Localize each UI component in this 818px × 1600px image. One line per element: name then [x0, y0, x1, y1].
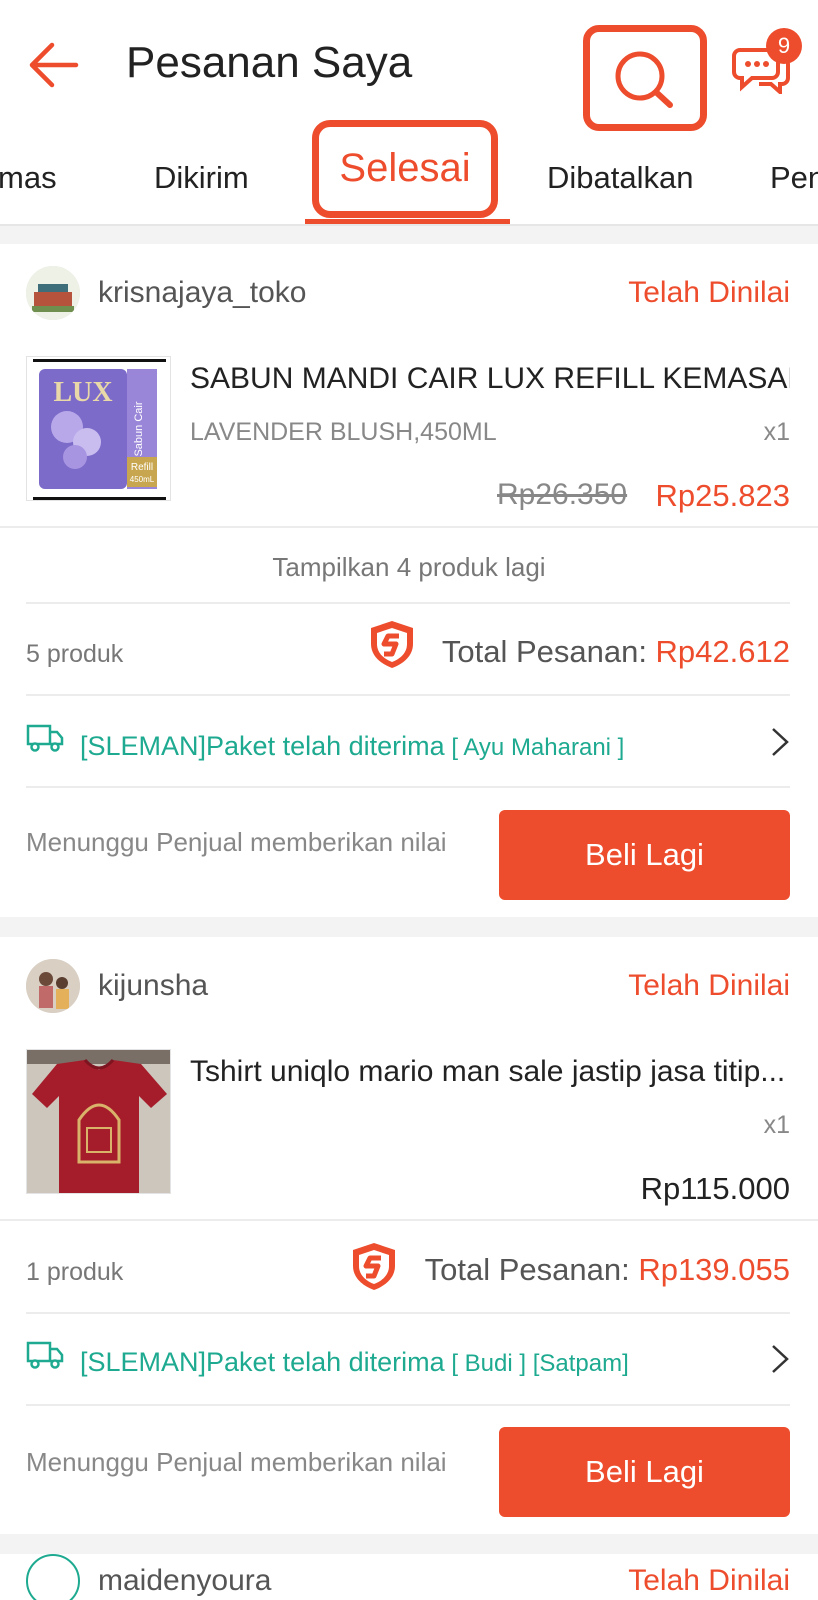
- product-quantity: x1: [763, 1111, 790, 1139]
- shop-avatar: [26, 1554, 80, 1600]
- divider: [0, 526, 818, 528]
- shop-row[interactable]: krisnajaya_toko Telah Dinilai: [0, 244, 818, 340]
- order-total: Total Pesanan: Rp139.055: [425, 1252, 790, 1288]
- product-name: SABUN MANDI CAIR LUX REFILL KEMASAN...: [190, 362, 790, 395]
- order-card[interactable]: kijunsha Telah Dinilai Tshirt uniqlo mar…: [0, 937, 818, 1534]
- svg-text:LUX: LUX: [53, 377, 112, 408]
- page-title: Pesanan Saya: [126, 38, 413, 87]
- item-count: 5 produk: [26, 640, 124, 668]
- svg-text:Refill: Refill: [131, 462, 153, 473]
- order-status: Telah Dinilai: [628, 1564, 790, 1597]
- buy-again-button[interactable]: Beli Lagi: [499, 1427, 790, 1517]
- shopee-guarantee-icon: [353, 1243, 395, 1290]
- product-image: LUX Sabun Cair Refill 450mL: [26, 356, 171, 501]
- tab-active-indicator: [305, 219, 510, 224]
- awaiting-seller-rating-text: Menunggu Penjual memberikan nilai: [26, 1447, 447, 1477]
- divider: [26, 786, 790, 788]
- shopee-guarantee-icon: [371, 621, 413, 668]
- tab-shipped[interactable]: Dikirim: [154, 160, 249, 196]
- shipping-status-main: [SLEMAN]Paket telah diterima: [80, 1347, 445, 1377]
- search-icon: [615, 51, 673, 108]
- order-total: Total Pesanan: Rp42.612: [442, 634, 790, 670]
- svg-text:450mL: 450mL: [130, 475, 155, 484]
- total-value: Rp42.612: [655, 634, 790, 669]
- shop-name: krisnajaya_toko: [98, 276, 307, 309]
- buy-again-button[interactable]: Beli Lagi: [499, 810, 790, 900]
- shipping-status[interactable]: [SLEMAN]Paket telah diterima [ Budi ] [S…: [80, 1347, 629, 1378]
- original-price: Rp26.350: [497, 478, 628, 511]
- divider: [26, 602, 790, 604]
- total-value: Rp139.055: [638, 1252, 790, 1287]
- order-status: Telah Dinilai: [628, 276, 790, 309]
- divider: [0, 1219, 818, 1221]
- search-button[interactable]: [583, 25, 707, 131]
- total-label: Total Pesanan:: [424, 1252, 639, 1287]
- shop-name: kijunsha: [98, 969, 209, 1002]
- order-status: Telah Dinilai: [628, 969, 790, 1002]
- divider: [26, 694, 790, 696]
- tab-completed[interactable]: Selesai: [312, 120, 498, 218]
- shop-row[interactable]: kijunsha Telah Dinilai: [0, 937, 818, 1033]
- delivery-truck-icon: [26, 724, 64, 752]
- divider: [26, 1404, 790, 1406]
- tab-packed[interactable]: mas: [0, 160, 57, 196]
- app-header: Pesanan Saya 9 mas Dikirim Selesai Dibat…: [0, 0, 818, 226]
- show-more-products-link[interactable]: Tampilkan 4 produk lagi: [0, 552, 818, 583]
- chevron-right-icon[interactable]: [770, 1343, 790, 1375]
- shipping-status-main: [SLEMAN]Paket telah diterima: [80, 731, 445, 761]
- shop-avatar: [26, 266, 80, 320]
- divider: [26, 1312, 790, 1314]
- total-label: Total Pesanan:: [441, 634, 656, 669]
- shipping-status[interactable]: [SLEMAN]Paket telah diterima [ Ayu Mahar…: [80, 731, 624, 762]
- shipping-status-detail: [ Budi ] [Satpam]: [444, 1350, 629, 1377]
- shop-avatar: [26, 959, 80, 1013]
- order-card[interactable]: krisnajaya_toko Telah Dinilai LUX Sabun …: [0, 244, 818, 917]
- delivery-truck-icon: [26, 1341, 64, 1369]
- awaiting-seller-rating-text: Menunggu Penjual memberikan nilai: [26, 827, 447, 857]
- shipping-status-detail: [ Ayu Maharani ]: [444, 734, 625, 761]
- chat-notification-badge: 9: [766, 28, 802, 64]
- product-variation: LAVENDER BLUSH,450ML: [190, 418, 497, 446]
- item-count: 1 produk: [26, 1258, 124, 1286]
- chevron-right-icon[interactable]: [770, 726, 790, 758]
- back-arrow-icon[interactable]: [26, 40, 82, 90]
- product-name: Tshirt uniqlo mario man sale jastip jasa…: [190, 1055, 786, 1088]
- svg-text:Sabun Cair: Sabun Cair: [133, 401, 145, 456]
- product-price: Rp25.823: [655, 478, 790, 513]
- product-price: Rp115.000: [640, 1171, 790, 1206]
- shop-name: maidenyoura: [98, 1564, 272, 1597]
- tab-cancelled[interactable]: Dibatalkan: [547, 160, 693, 196]
- product-quantity: x1: [763, 418, 790, 446]
- shop-row[interactable]: maidenyoura Telah Dinilai: [0, 1554, 818, 1600]
- product-image: [26, 1049, 171, 1194]
- order-card[interactable]: maidenyoura Telah Dinilai: [0, 1554, 818, 1600]
- tab-returns[interactable]: Pen: [770, 160, 818, 196]
